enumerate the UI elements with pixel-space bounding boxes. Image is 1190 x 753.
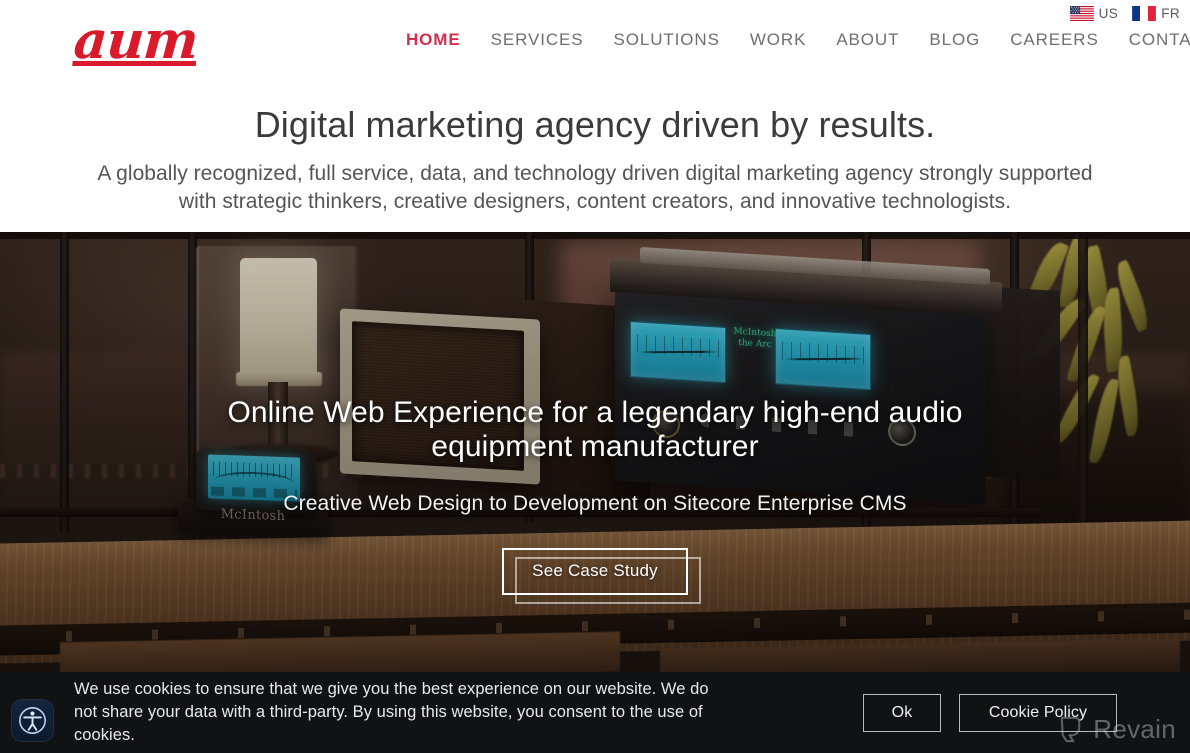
intro-section: Digital marketing agency driven by resul… <box>0 86 1190 232</box>
cookie-actions: Ok Cookie Policy <box>863 693 1117 732</box>
hero-subtitle: Creative Web Design to Development on Si… <box>283 492 907 516</box>
language-label-fr: FR <box>1161 5 1180 21</box>
nav-item-careers[interactable]: CAREERS <box>995 30 1114 50</box>
nav-item-blog[interactable]: BLOG <box>914 30 995 50</box>
hero-section: McIntosh the Arc McIntosh Online Web Exp <box>0 232 1190 672</box>
nav-item-home[interactable]: HOME <box>400 30 476 50</box>
nav-item-solutions[interactable]: SOLUTIONS <box>598 30 734 50</box>
site-header: aum HOME SERVICES SOLUTIONS WORK ABOUT B… <box>0 0 1190 86</box>
hero-copy: Online Web Experience for a legendary hi… <box>0 232 1190 672</box>
page-title: Digital marketing agency driven by resul… <box>254 104 936 145</box>
nav-item-work[interactable]: WORK <box>735 30 821 50</box>
site-logo[interactable]: aum <box>72 10 200 71</box>
see-case-study-button[interactable]: See Case Study <box>502 548 688 596</box>
hero-title: Online Web Experience for a legendary hi… <box>227 396 963 464</box>
cookie-policy-button[interactable]: Cookie Policy <box>959 693 1117 732</box>
nav-item-contact[interactable]: CONTACT <box>1114 30 1190 50</box>
page-subtitle: A globally recognized, full service, dat… <box>97 162 1093 213</box>
main-navigation: HOME SERVICES SOLUTIONS WORK ABOUT BLOG … <box>400 30 1190 50</box>
cookie-accept-button[interactable]: Ok <box>863 693 941 732</box>
nav-item-about[interactable]: ABOUT <box>821 30 914 50</box>
language-option-fr[interactable]: FR <box>1132 5 1180 21</box>
language-label-us: US <box>1098 5 1119 21</box>
language-switcher: US FR <box>1069 0 1190 26</box>
us-flag-icon <box>1069 5 1094 21</box>
cookie-consent-banner: We use cookies to ensure that we give yo… <box>0 672 1190 753</box>
accessibility-widget-button[interactable] <box>12 700 53 741</box>
nav-item-services[interactable]: SERVICES <box>476 30 599 50</box>
cookie-message: We use cookies to ensure that we give yo… <box>74 679 709 745</box>
page-root: McIntosh the Arc McIntosh Online Web Exp <box>0 0 1190 753</box>
hero-cta-wrapper: See Case Study <box>502 548 701 605</box>
fr-flag-icon <box>1132 5 1157 21</box>
accessibility-person-icon <box>19 707 46 734</box>
language-option-us[interactable]: US <box>1069 5 1119 21</box>
